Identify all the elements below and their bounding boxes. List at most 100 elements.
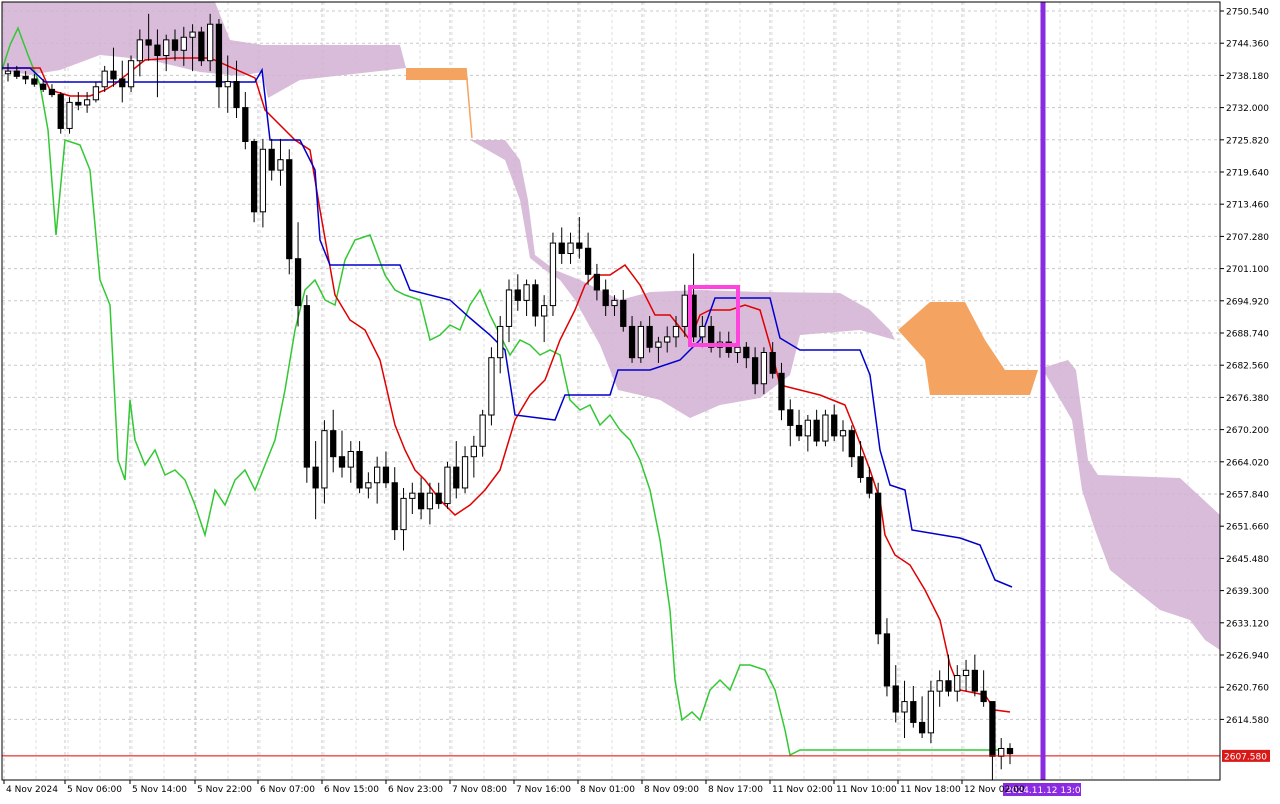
x-tick-label: 11 Nov 18:00	[900, 785, 961, 795]
y-tick-label: 2744.360	[1226, 40, 1269, 50]
y-tick-label: 2713.460	[1226, 201, 1269, 211]
candle-body-up	[92, 86, 100, 101]
candle	[250, 138, 258, 223]
candle-body-down	[989, 701, 996, 757]
candle-body-down	[628, 325, 636, 359]
candle-body-down	[620, 299, 627, 327]
candle-body-down	[584, 247, 592, 275]
y-tick-label: 2732.000	[1226, 104, 1269, 114]
candle-body-up	[66, 101, 73, 129]
x-tick-label: 5 Nov 14:00	[132, 785, 187, 795]
candle	[637, 321, 644, 363]
candle-body-down	[48, 88, 56, 96]
candle-body-up	[699, 325, 706, 338]
candle-body-down	[40, 83, 47, 90]
y-tick-label: 2670.200	[1226, 426, 1269, 436]
candle-body-down	[286, 159, 293, 260]
cloud-bullish-area	[406, 68, 468, 80]
candle-body-down	[945, 680, 952, 692]
y-tick-label: 2657.840	[1226, 491, 1269, 501]
candle-body-up	[488, 357, 495, 416]
x-tick-label: 11 Nov 02:00	[772, 785, 833, 795]
chart-background	[0, 0, 1280, 800]
candle-body-down	[980, 690, 987, 703]
candle-body-down	[532, 284, 539, 317]
candle-body-down	[110, 70, 117, 80]
candle-body-up	[180, 36, 187, 51]
candle-body-up	[409, 492, 416, 499]
y-tick-label: 2633.120	[1226, 619, 1269, 629]
candle-body-down	[233, 81, 240, 109]
candle-body-up	[277, 159, 284, 171]
candle-body-up	[163, 39, 170, 56]
candle-body-down	[330, 430, 337, 458]
candle-body-down	[892, 685, 899, 713]
candle-body-down	[22, 75, 29, 80]
candle-body-up	[541, 305, 548, 317]
y-tick-label: 2645.480	[1226, 555, 1269, 565]
candle-body-down	[831, 414, 838, 437]
candle-body-up	[804, 419, 811, 437]
candle-body-down	[435, 492, 442, 505]
candle-body-up	[839, 430, 847, 437]
y-tick-label: 2676.380	[1226, 394, 1269, 404]
candle-body-up	[655, 341, 662, 348]
candle-body-up	[224, 81, 231, 88]
x-tick-label: 8 Nov 09:00	[644, 785, 699, 795]
candle	[875, 482, 882, 645]
candle	[198, 26, 205, 66]
candle-body-down	[268, 148, 275, 171]
candle-body-up	[470, 445, 477, 458]
x-tick-label: 7 Nov 08:00	[452, 785, 507, 795]
candle-body-up	[127, 60, 135, 88]
candle-body-up	[347, 450, 354, 468]
candle-body-up	[822, 414, 829, 442]
candle-body-down	[1006, 747, 1014, 755]
candle-body-down	[576, 242, 583, 249]
candle-body-down	[31, 78, 38, 85]
price-chart[interactable]: 2607.5802024.11.12 13:00 2750.5402744.36…	[0, 0, 1280, 800]
candle-body-up	[4, 70, 12, 75]
y-tick-label: 2719.640	[1226, 169, 1269, 179]
candle-body-up	[901, 701, 908, 713]
candle-body-down	[145, 39, 152, 46]
candle-body-up	[207, 23, 214, 62]
y-tick-label: 2682.560	[1226, 362, 1269, 372]
candle-body-down	[769, 351, 776, 374]
candle-body-down	[119, 78, 126, 88]
candle	[444, 461, 451, 509]
candle-body-down	[751, 357, 759, 385]
x-tick-label: 11 Nov 10:00	[836, 785, 897, 795]
candle-body-down	[303, 305, 310, 468]
candle	[488, 347, 495, 426]
candle-body-up	[426, 492, 434, 510]
x-tick-label: 6 Nov 15:00	[324, 785, 379, 795]
candle-body-up	[444, 466, 451, 505]
candle-body-down	[382, 466, 390, 484]
candle-body-down	[883, 633, 891, 687]
candle-body-up	[321, 430, 328, 489]
candle-body-up	[101, 70, 108, 88]
candle-body-down	[391, 482, 398, 531]
candle-body-up	[365, 482, 372, 489]
candle-body-up	[962, 669, 970, 677]
candle-body-down	[250, 140, 258, 213]
candle-body-up	[136, 39, 143, 62]
y-tick-label: 2626.940	[1226, 652, 1269, 662]
candle-body-down	[646, 325, 653, 348]
y-tick-label: 2750.540	[1226, 8, 1269, 18]
y-tick-label: 2694.920	[1226, 297, 1269, 307]
y-tick-label: 2620.760	[1226, 684, 1269, 694]
y-tick-label: 2651.660	[1226, 523, 1269, 533]
candle	[127, 55, 135, 92]
candle-body-down	[154, 44, 161, 56]
candle-body-up	[400, 497, 407, 531]
candle-body-up	[927, 690, 935, 734]
candle-body-down	[593, 273, 601, 291]
candle-body-up	[998, 747, 1005, 757]
candle-body-up	[523, 284, 530, 301]
candle-body-down	[13, 70, 20, 77]
x-tick-label: 6 Nov 23:00	[388, 785, 443, 795]
y-tick-label: 2725.820	[1226, 136, 1269, 146]
candle	[822, 409, 829, 447]
